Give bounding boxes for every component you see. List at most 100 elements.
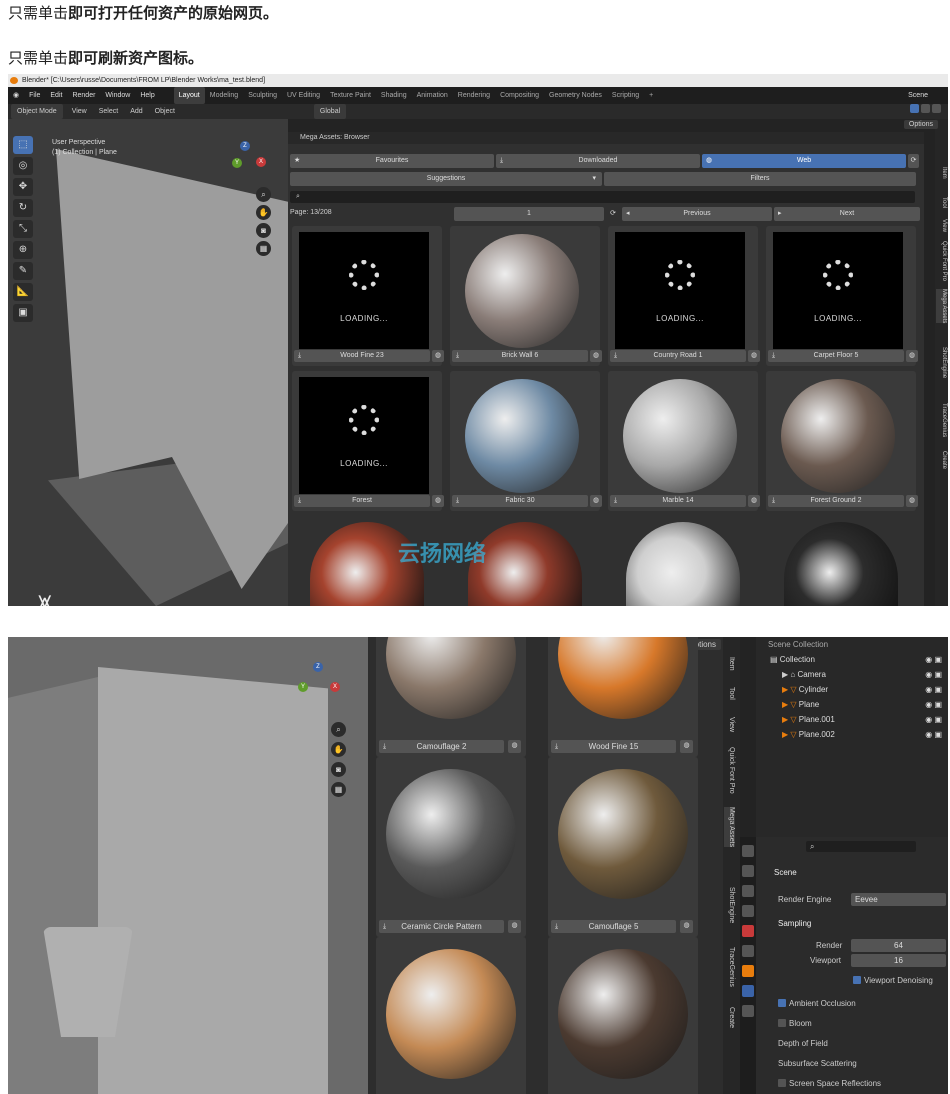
blender-menu-icon[interactable]: ◉ xyxy=(8,87,24,104)
shading-solid-icon[interactable] xyxy=(910,104,919,113)
menu-object[interactable]: Object xyxy=(149,104,181,119)
add-cube-tool-icon[interactable]: ▣ xyxy=(13,304,33,322)
panel-bloom[interactable]: Bloom xyxy=(778,1019,812,1028)
outliner-item[interactable]: ▶ ▽ Cylinder ◉ ▣ xyxy=(756,682,948,697)
menu-select[interactable]: Select xyxy=(93,104,124,119)
tab-compositing[interactable]: Compositing xyxy=(495,87,544,104)
checkbox-icon[interactable] xyxy=(778,1079,786,1087)
gizmo-x-icon[interactable]: X xyxy=(330,682,340,692)
visibility-eye-icon[interactable]: ◉ ▣ xyxy=(925,727,942,742)
viewport-samples-field[interactable]: 16 xyxy=(851,954,946,967)
previous-button[interactable]: ◂ Previous xyxy=(622,207,772,221)
sidebar-tab-create[interactable]: Create xyxy=(724,1007,735,1028)
tab-downloaded[interactable]: ⤓ Downloaded xyxy=(496,154,700,168)
panel-depth-of-field[interactable]: Depth of Field xyxy=(778,1039,828,1048)
asset-card[interactable]: ⤓ Fabric 30 ◍ xyxy=(450,371,602,511)
sidebar-tab-tracegenius[interactable]: TraceGenius xyxy=(936,403,947,437)
modifier-props-icon[interactable] xyxy=(742,985,754,997)
open-webpage-globe-icon[interactable]: ◍ xyxy=(680,740,693,753)
asset-card[interactable]: ⤓ Ceramic Circle Pattern ◍ xyxy=(376,757,526,937)
menu-file[interactable]: File xyxy=(24,87,45,104)
open-webpage-globe-icon[interactable]: ◍ xyxy=(432,495,444,507)
sampling-panel-header[interactable]: Sampling xyxy=(778,919,811,928)
gizmo-z-icon[interactable]: Z xyxy=(240,141,250,151)
menu-view[interactable]: View xyxy=(66,104,93,119)
menu-render[interactable]: Render xyxy=(67,87,100,104)
open-webpage-globe-icon[interactable]: ◍ xyxy=(906,350,918,362)
world-props-icon[interactable] xyxy=(742,945,754,957)
panel-ambient-occlusion[interactable]: Ambient Occlusion xyxy=(778,999,856,1008)
asset-card[interactable]: ⤓ Camouflage 5 ◍ xyxy=(548,757,698,937)
asset-download-button[interactable]: ⤓ Forest Ground 2 ◍ xyxy=(768,495,918,507)
outliner-item[interactable]: ▶ ▽ Plane ◉ ▣ xyxy=(756,697,948,712)
sidebar-tab-mega-assets[interactable]: Mega Assets xyxy=(724,807,735,848)
asset-thumbnail[interactable] xyxy=(457,377,587,494)
visibility-eye-icon[interactable]: ◉ ▣ xyxy=(925,667,942,682)
asset-thumbnail[interactable]: LOADING... xyxy=(615,232,745,349)
asset-thumbnail[interactable] xyxy=(553,757,693,917)
open-webpage-globe-icon[interactable]: ◍ xyxy=(680,920,693,933)
checkbox-icon[interactable] xyxy=(778,1019,786,1027)
select-tool-icon[interactable]: ⬚ xyxy=(13,136,33,154)
asset-card[interactable]: LOADING... ⤓ Country Road 1 ◍ xyxy=(608,226,760,366)
outliner-item[interactable]: ▶ ⌂ Camera ◉ ▣ xyxy=(756,667,948,682)
sidebar-tab-quick-font-pro[interactable]: Quick Font Pro xyxy=(936,241,947,281)
tool-props-icon[interactable] xyxy=(742,845,754,857)
visibility-eye-icon[interactable]: ◉ ▣ xyxy=(925,682,942,697)
menu-add[interactable]: Add xyxy=(124,104,148,119)
visibility-eye-icon[interactable]: ◉ ▣ xyxy=(925,712,942,727)
asset-thumbnail[interactable] xyxy=(381,757,521,917)
outliner-item[interactable]: ▶ ▽ Plane.001 ◉ ▣ xyxy=(756,712,948,727)
visibility-eye-icon[interactable]: ◉ ▣ xyxy=(925,652,942,667)
gizmo-z-icon[interactable]: Z xyxy=(313,662,323,672)
asset-card[interactable]: ⤓ Camouflage 2 ◍ xyxy=(376,637,526,757)
asset-card[interactable] xyxy=(376,937,526,1094)
visibility-eye-icon[interactable]: ◉ ▣ xyxy=(925,697,942,712)
zoom-icon[interactable]: ⌕ xyxy=(256,187,271,202)
asset-download-button[interactable]: ⤓ Wood Fine 15 ◍ xyxy=(551,740,693,753)
asset-download-button[interactable]: ⤓ Camouflage 5 ◍ xyxy=(551,920,693,933)
annotate-tool-icon[interactable]: ✎ xyxy=(13,262,33,280)
asset-download-button[interactable]: ⤓ Country Road 1 ◍ xyxy=(610,350,760,362)
suggestions-dropdown[interactable]: Suggestions ▾ xyxy=(290,172,602,186)
sidebar-tab-view[interactable]: View xyxy=(724,717,735,732)
shading-rendered-icon[interactable] xyxy=(932,104,941,113)
asset-card[interactable]: LOADING... ⤓ Forest ◍ xyxy=(292,371,444,511)
asset-card[interactable] xyxy=(548,937,698,1094)
options-dropdown[interactable]: Options xyxy=(903,120,938,129)
open-webpage-globe-icon[interactable]: ◍ xyxy=(748,495,760,507)
sidebar-tab-shotengine[interactable]: ShotEngine xyxy=(936,347,947,378)
menu-edit[interactable]: Edit xyxy=(45,87,67,104)
asset-thumbnail[interactable] xyxy=(615,377,745,494)
asset-card[interactable]: LOADING... ⤓ Wood Fine 23 ◍ xyxy=(292,226,444,366)
asset-card[interactable]: ⤓ Marble 14 ◍ xyxy=(608,371,760,511)
asset-card[interactable]: LOADING... ⤓ Carpet Floor 5 ◍ xyxy=(766,226,918,366)
props-search-input[interactable]: ⌕ xyxy=(806,841,916,852)
open-webpage-globe-icon[interactable]: ◍ xyxy=(508,740,521,753)
sidebar-tab-tool[interactable]: Tool xyxy=(936,197,947,208)
cursor-tool-icon[interactable]: ◎ xyxy=(13,157,33,175)
asset-download-button[interactable]: ⤓ Brick Wall 6 ◍ xyxy=(452,350,602,362)
camera-view-icon[interactable]: ◙ xyxy=(331,762,346,777)
panel-subsurface-scattering[interactable]: Subsurface Scattering xyxy=(778,1059,857,1068)
tab-web[interactable]: ◍ Web xyxy=(702,154,906,168)
asset-thumbnail[interactable] xyxy=(381,937,521,1094)
render-samples-field[interactable]: 64 xyxy=(851,939,946,952)
orientation-selector[interactable]: Global xyxy=(313,104,347,119)
open-webpage-globe-icon[interactable]: ◍ xyxy=(508,920,521,933)
shading-material-icon[interactable] xyxy=(921,104,930,113)
open-webpage-globe-icon[interactable]: ◍ xyxy=(590,495,602,507)
tab-sculpting[interactable]: Sculpting xyxy=(243,87,282,104)
search-input[interactable]: ⌕ xyxy=(290,191,915,203)
3d-viewport[interactable]: ⩙ xyxy=(8,119,288,606)
menu-window[interactable]: Window xyxy=(100,87,135,104)
asset-download-button[interactable]: ⤓ Camouflage 2 ◍ xyxy=(379,740,521,753)
next-button[interactable]: ▸ Next xyxy=(774,207,920,221)
tab-layout[interactable]: Layout xyxy=(173,87,205,104)
asset-download-button[interactable]: ⤓ Forest ◍ xyxy=(294,495,444,507)
asset-thumbnail[interactable]: LOADING... xyxy=(299,232,429,349)
outliner-item[interactable]: ▶ ▽ Plane.002 ◉ ▣ xyxy=(756,727,948,742)
sidebar-tab-create[interactable]: Create xyxy=(936,451,947,469)
asset-card[interactable]: ⤓ Wood Fine 15 ◍ xyxy=(548,637,698,757)
refresh-web-icon[interactable]: ⟳ xyxy=(908,154,919,168)
